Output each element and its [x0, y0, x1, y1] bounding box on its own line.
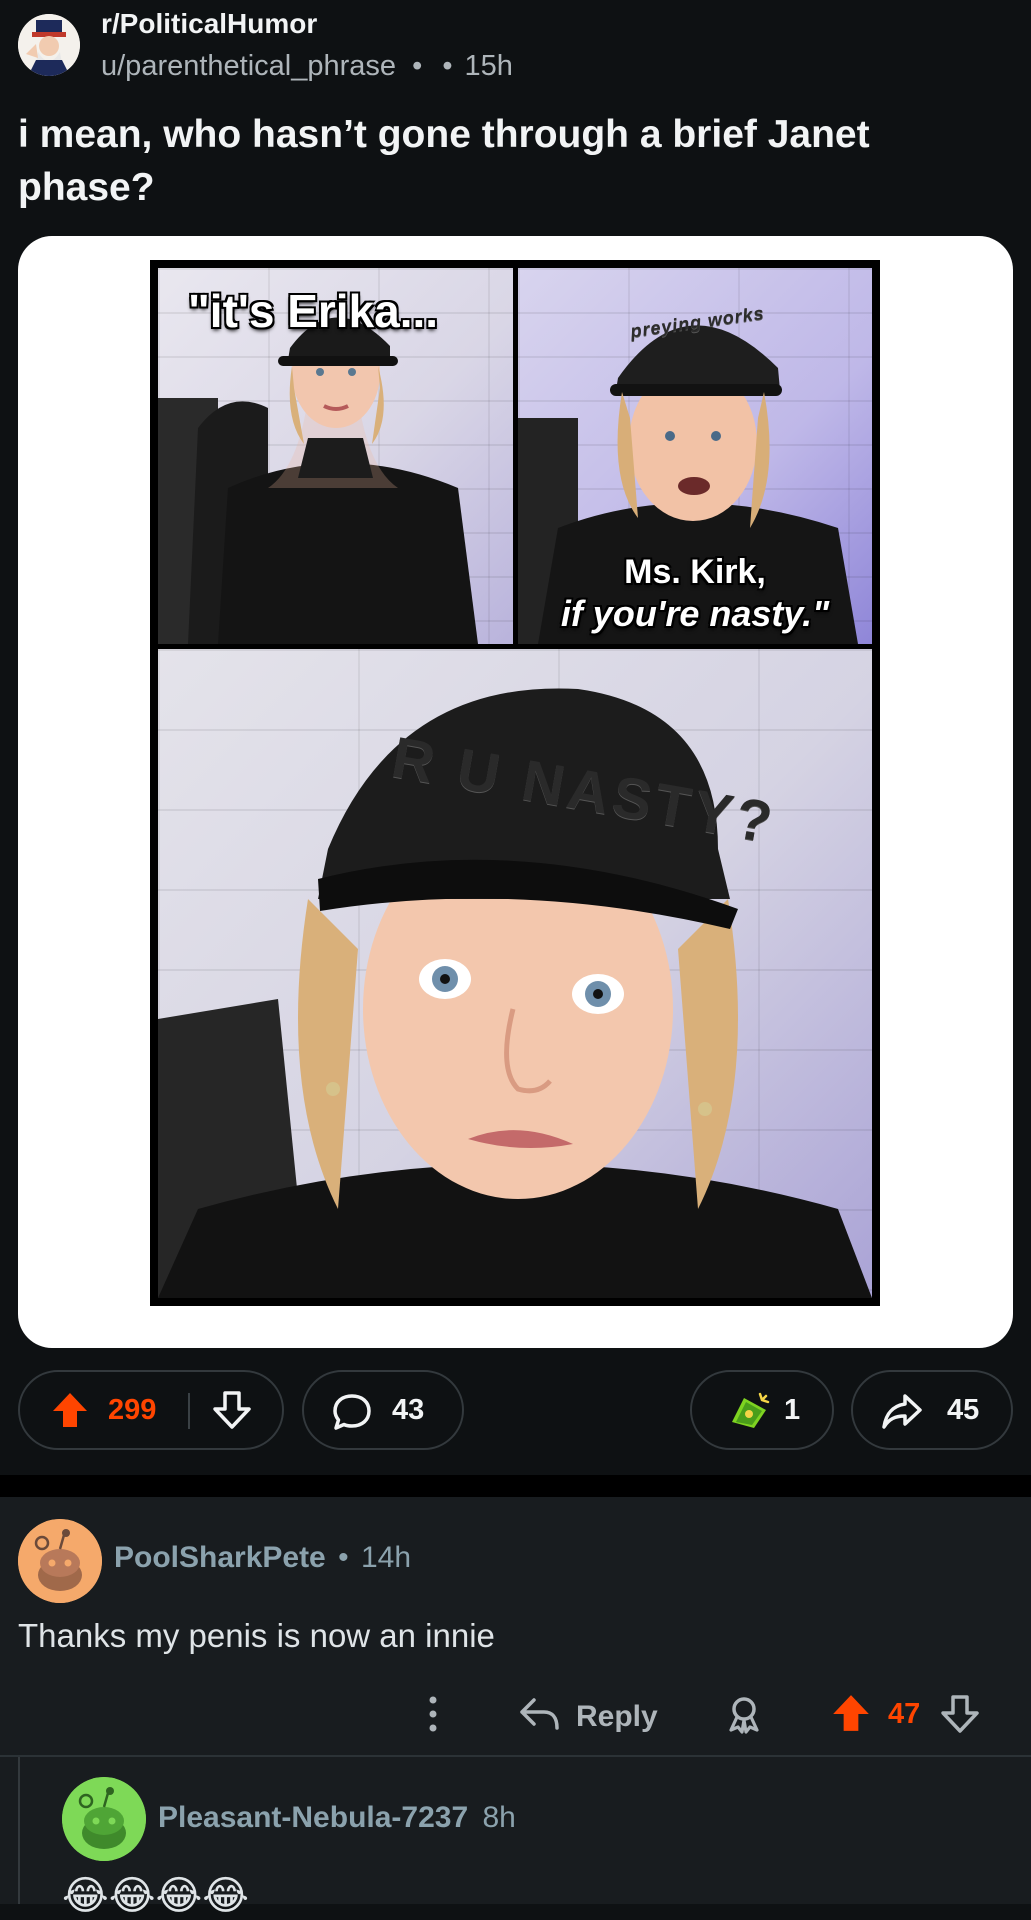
comment-author-line: PoolSharkPete • 14h — [114, 1541, 411, 1575]
comment-author[interactable]: PoolSharkPete — [114, 1541, 326, 1574]
post-author[interactable]: u/parenthetical_phrase — [101, 50, 396, 82]
reply-time: 8h — [482, 1801, 516, 1834]
comment-time: 14h — [360, 1541, 412, 1574]
caption-top-left: "it's Erika... — [188, 285, 439, 337]
caption-top-right-line2: if you're nasty." — [560, 593, 830, 634]
reply-avatar[interactable] — [62, 1777, 146, 1861]
comment-vote-count: 47 — [888, 1698, 921, 1730]
reply-arrow-icon — [518, 1694, 560, 1739]
more-options-icon[interactable] — [420, 1694, 446, 1739]
comment-count: 43 — [392, 1394, 425, 1426]
award-button[interactable]: 1 — [690, 1370, 834, 1450]
post-title[interactable]: i mean, who hasn’t gone through a brief … — [18, 108, 1008, 214]
meme-panel-bottom: R U NASTY? — [158, 649, 872, 1298]
upvote-count: 299 — [108, 1394, 157, 1426]
reply-body: 😂😂😂😂 — [62, 1873, 249, 1919]
post-meta: u/parenthetical_phrase • • 15h — [101, 50, 513, 83]
caption-top-right-line1: Ms. Kirk, — [624, 553, 766, 591]
share-count: 45 — [947, 1394, 980, 1426]
comment-downvote-icon[interactable] — [940, 1694, 980, 1739]
reply-label: Reply — [576, 1699, 658, 1733]
subreddit-avatar[interactable] — [18, 14, 80, 76]
comments-button[interactable]: 43 — [302, 1370, 464, 1450]
comment-separator: • — [338, 1541, 349, 1574]
thread-line[interactable] — [18, 1757, 20, 1904]
vote-divider — [188, 1393, 190, 1429]
award-count: 1 — [784, 1394, 801, 1426]
post-time: 15h — [464, 50, 513, 82]
reply-author-line: Pleasant-Nebula-7237 8h — [158, 1801, 516, 1835]
reply-button[interactable]: Reply — [518, 1694, 658, 1739]
award-outline-icon[interactable] — [724, 1694, 764, 1739]
share-button[interactable]: 45 — [851, 1370, 1013, 1450]
comment-divider — [0, 1755, 1031, 1757]
vote-pill: 299 — [18, 1370, 284, 1450]
comment-bubble-icon — [332, 1392, 372, 1437]
subreddit-name[interactable]: r/PoliticalHumor — [101, 8, 317, 40]
downvote-icon[interactable] — [212, 1390, 252, 1435]
comment-upvote-icon[interactable] — [830, 1692, 872, 1739]
share-arrow-icon — [881, 1392, 923, 1437]
meme-image[interactable]: "it's Erika... preying works Ms. Kirk, i… — [150, 260, 880, 1306]
meta-separator: • — [412, 50, 423, 82]
meme-panel-top-right: preying works Ms. Kirk, if you're nasty.… — [518, 268, 872, 644]
section-separator — [0, 1475, 1031, 1497]
upvote-icon[interactable] — [50, 1390, 90, 1435]
time-separator: • — [442, 50, 453, 82]
comment-avatar[interactable] — [18, 1519, 102, 1603]
meme-panel-top-left: "it's Erika... — [158, 268, 513, 644]
comment-body: Thanks my penis is now an innie — [18, 1617, 495, 1654]
award-icon — [726, 1388, 772, 1439]
reply-author[interactable]: Pleasant-Nebula-7237 — [158, 1801, 468, 1834]
